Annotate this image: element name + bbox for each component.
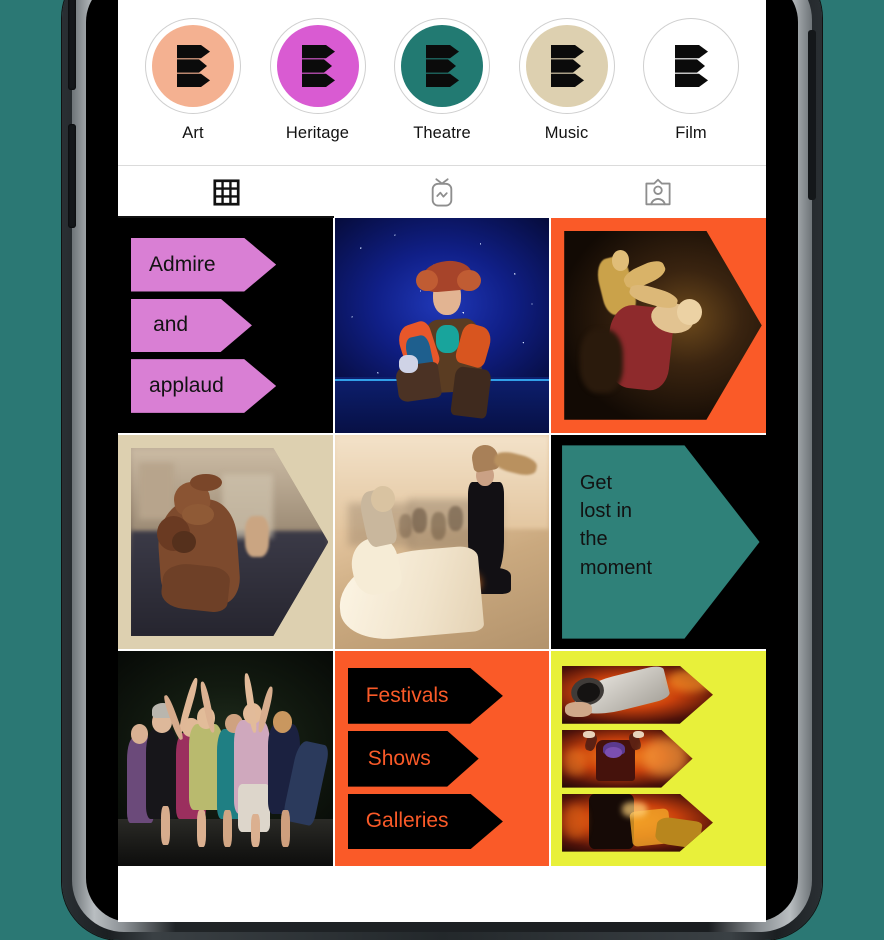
arrow-chip-line: lost in <box>579 499 633 522</box>
arrow-window-stack <box>551 651 766 866</box>
brand-arrows-logo-icon <box>426 45 459 87</box>
screenshot-root: Art Heritage Theatre Music Film Admire a… <box>0 0 884 940</box>
post-cell-festivals[interactable]: Festivals Shows Galleries <box>334 651 550 867</box>
photo-community-dance <box>118 651 333 867</box>
brand-arrows-logo-icon <box>675 45 708 87</box>
story-highlight-heritage[interactable]: Heritage <box>263 18 373 143</box>
photo-sculpture-arrow <box>130 447 329 637</box>
post-cell-dance-arrow[interactable] <box>551 218 766 433</box>
story-cover <box>650 25 732 107</box>
tab-igtv[interactable] <box>334 166 550 218</box>
story-label: Art <box>182 124 204 142</box>
post-cell-admire[interactable]: Admire and applaud <box>118 218 333 433</box>
profile-tab-bar <box>118 165 766 218</box>
story-ring <box>145 18 241 114</box>
story-cover <box>525 25 608 107</box>
photo-fire-performance <box>562 729 693 788</box>
arrow-chip-label: applaud <box>149 373 224 397</box>
story-ring <box>643 18 739 114</box>
brand-arrows-logo-icon <box>177 45 210 87</box>
tagged-person-icon <box>645 178 671 206</box>
volume-up-button[interactable] <box>68 0 76 90</box>
photo-fire-performance <box>562 793 713 852</box>
story-highlight-music[interactable]: Music <box>512 18 622 143</box>
photo-festival-smoke <box>334 434 550 650</box>
post-cell-festival-photo[interactable] <box>334 434 550 650</box>
arrow-chip-text-block: Get lost in the moment <box>580 469 652 583</box>
arrow-chip-line: moment <box>579 556 653 579</box>
arrow-chip-line: Get <box>579 471 613 494</box>
arrow-photo-window[interactable] <box>562 793 713 852</box>
story-cover <box>401 25 483 107</box>
arrow-chip-label: Shows <box>367 746 431 770</box>
arrow-chip-label: Admire <box>149 252 216 276</box>
arrow-chip-label: and <box>153 313 189 337</box>
post-grid: Admire and applaud Get lost in the momen… <box>118 218 766 867</box>
arrow-chip[interactable]: Get lost in the moment <box>562 445 760 639</box>
power-button[interactable] <box>808 30 816 200</box>
grid-icon <box>212 178 240 206</box>
tab-tagged[interactable] <box>550 166 766 218</box>
story-label: Heritage <box>285 124 350 142</box>
brand-arrows-logo-icon <box>301 45 335 87</box>
arrow-chip-stack: Festivals Shows Galleries <box>335 651 550 866</box>
story-label: Theatre <box>413 124 471 142</box>
photo-fire-performance <box>562 665 713 724</box>
phone-screen: Art Heritage Theatre Music Film Admire a… <box>118 0 766 922</box>
volume-down-button[interactable] <box>68 124 76 228</box>
story-ring <box>394 18 490 114</box>
post-cell-group-photo[interactable] <box>118 651 333 867</box>
story-label: Music <box>544 124 589 142</box>
igtv-icon <box>431 177 453 206</box>
story-highlight-art[interactable]: Art <box>138 18 248 143</box>
arrow-chip[interactable]: and <box>130 298 252 353</box>
arrow-chip-line: the <box>579 528 608 551</box>
story-cover <box>152 25 234 107</box>
arrow-photo-window[interactable] <box>562 665 713 724</box>
post-cell-sculpture-arrow[interactable] <box>118 434 333 650</box>
photo-dancers-arrow <box>564 230 762 420</box>
story-ring <box>518 18 615 114</box>
story-highlight-theatre[interactable]: Theatre <box>387 18 497 143</box>
arrow-chip-label: Festivals <box>365 683 449 707</box>
arrow-chip[interactable]: Shows <box>347 730 479 787</box>
post-cell-theatre-photo[interactable] <box>334 218 550 433</box>
post-cell-fire-arrows[interactable] <box>551 651 766 867</box>
arrow-chip[interactable]: Festivals <box>347 667 503 724</box>
arrow-chip-stack: Admire and applaud <box>118 218 333 433</box>
arrow-chip[interactable]: applaud <box>130 359 277 413</box>
brand-arrows-logo-icon <box>550 45 584 87</box>
story-highlight-film[interactable]: Film <box>636 18 746 143</box>
story-ring <box>269 18 366 114</box>
story-cover <box>276 25 359 107</box>
arrow-chip[interactable]: Admire <box>130 237 277 292</box>
arrow-chip-label: Galleries <box>365 809 449 833</box>
story-label: Film <box>675 124 707 142</box>
arrow-chip[interactable]: Galleries <box>347 793 503 850</box>
story-highlights: Art Heritage Theatre Music Film <box>118 0 766 143</box>
arrow-photo-window[interactable] <box>562 729 693 788</box>
photo-theatre-actor <box>334 218 550 433</box>
tab-grid[interactable] <box>118 166 334 218</box>
post-cell-get-lost[interactable]: Get lost in the moment <box>551 434 766 650</box>
